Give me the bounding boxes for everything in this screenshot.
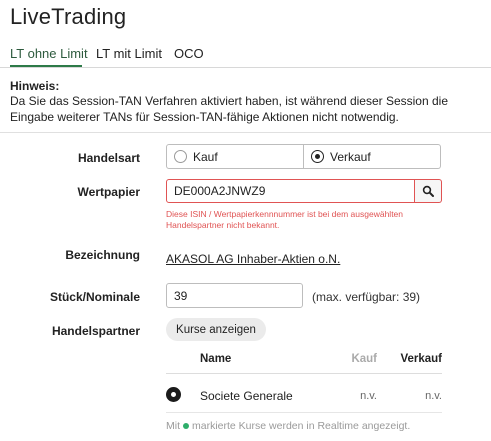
table-row-divider bbox=[166, 412, 442, 413]
column-header-name: Name bbox=[200, 353, 232, 365]
stueck-input[interactable] bbox=[166, 283, 303, 308]
bezeichnung-link[interactable]: AKASOL AG Inhaber-Aktien o.N. bbox=[166, 252, 340, 266]
tabs-divider bbox=[0, 67, 491, 68]
radio-verkauf-label: Verkauf bbox=[330, 150, 371, 164]
realtime-legend: Mit markierte Kurse werden in Realtime an… bbox=[166, 420, 410, 432]
handelsart-option-kauf[interactable]: Kauf bbox=[166, 144, 304, 169]
hint-text: Da Sie das Session-TAN Verfahren aktivie… bbox=[10, 94, 449, 124]
kurse-anzeigen-button[interactable]: Kurse anzeigen bbox=[166, 318, 266, 341]
stueck-available: (max. verfügbar: 39) bbox=[312, 290, 421, 304]
row-select-radio[interactable] bbox=[166, 387, 181, 402]
tab-oco[interactable]: OCO bbox=[174, 46, 204, 61]
wertpapier-label: Wertpapier bbox=[77, 185, 140, 199]
row-verkauf: n.v. bbox=[425, 390, 442, 402]
radio-kauf[interactable] bbox=[174, 150, 187, 163]
wertpapier-input[interactable] bbox=[166, 179, 415, 203]
search-icon bbox=[422, 185, 434, 197]
page-title: LiveTrading bbox=[10, 4, 127, 29]
radio-verkauf[interactable] bbox=[311, 150, 324, 163]
hint-title: Hinweis: bbox=[10, 79, 60, 93]
handelsart-label: Handelsart bbox=[77, 151, 140, 165]
tab-bar: LT ohne Limit LT mit Limit OCO bbox=[0, 46, 491, 67]
tab-lt-ohne-limit[interactable]: LT ohne Limit bbox=[10, 46, 88, 61]
radio-kauf-label: Kauf bbox=[193, 150, 218, 164]
table-header-divider bbox=[166, 373, 442, 374]
stueck-label: Stück/Nominale bbox=[49, 290, 140, 304]
handelsart-option-verkauf[interactable]: Verkauf bbox=[304, 144, 441, 169]
hint-divider bbox=[0, 132, 491, 133]
tab-lt-mit-limit[interactable]: LT mit Limit bbox=[96, 46, 162, 61]
wertpapier-search-button[interactable] bbox=[415, 179, 442, 203]
column-header-kauf: Kauf bbox=[351, 353, 377, 365]
realtime-dot-icon bbox=[183, 422, 189, 429]
row-name: Societe Generale bbox=[200, 389, 293, 403]
legend-prefix: Mit bbox=[166, 420, 180, 432]
row-kauf: n.v. bbox=[360, 390, 377, 402]
bezeichnung-label: Bezeichnung bbox=[65, 248, 140, 262]
handelspartner-label: Handelspartner bbox=[51, 324, 140, 338]
wertpapier-error: Diese ISIN / Wertpapierkennnummer ist be… bbox=[166, 209, 404, 230]
column-header-verkauf: Verkauf bbox=[400, 353, 442, 365]
legend-suffix: markierte Kurse werden in Realtime angez… bbox=[192, 420, 411, 432]
